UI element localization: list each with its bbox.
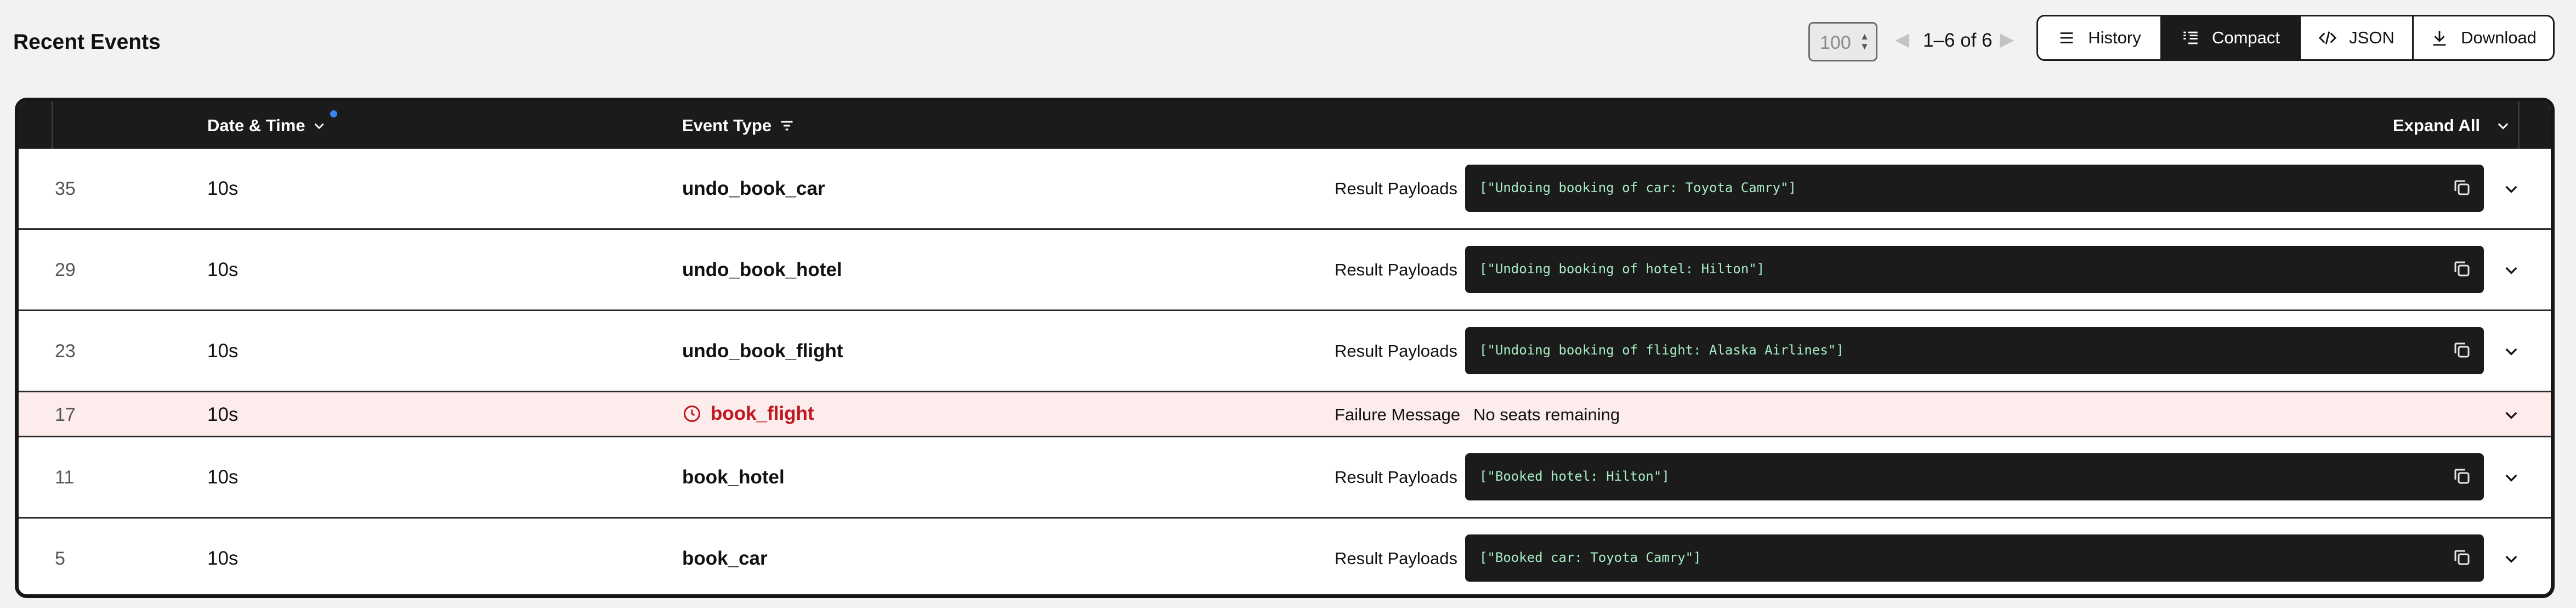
- event-type-header-label: Event Type: [682, 116, 772, 135]
- page-size-value: 100: [1820, 32, 1851, 53]
- event-time: 10s: [207, 404, 239, 425]
- event-type: undo_book_hotel: [682, 259, 842, 281]
- table-header: Date & Time Event Type Expand All: [19, 102, 2551, 149]
- event-id: 5: [55, 548, 65, 569]
- download-label: Download: [2461, 28, 2537, 47]
- next-page-icon[interactable]: ▶: [2000, 29, 2014, 50]
- event-type-label: undo_book_car: [682, 178, 825, 199]
- chevron-down-icon[interactable]: [2503, 406, 2520, 424]
- result-payloads-label: Result Payloads: [1335, 260, 1458, 279]
- spinner-arrows-icon[interactable]: ▲ ▼: [1860, 32, 1869, 52]
- history-view-button[interactable]: History: [2038, 16, 2162, 59]
- event-type: undo_book_flight: [682, 340, 843, 362]
- compact-label: Compact: [2211, 28, 2280, 47]
- header-divider: [2518, 102, 2520, 149]
- payload-text: ["Booked car: Toyota Camry"]: [1479, 550, 1701, 565]
- event-type: undo_book_car: [682, 178, 825, 200]
- download-icon: [2433, 31, 2446, 46]
- event-type: book_car: [682, 548, 768, 570]
- event-type-label: book_car: [682, 548, 768, 569]
- menu-lines-icon: [2060, 32, 2073, 43]
- payload-text: ["Undoing booking of hotel: Hilton"]: [1479, 261, 1765, 277]
- pagination-text: 1–6 of 6: [1923, 30, 1993, 51]
- payload-code-block: ["Booked car: Toyota Camry"]: [1465, 534, 2484, 582]
- code-icon: [2318, 31, 2337, 44]
- clock-icon: [684, 406, 700, 422]
- copy-icon[interactable]: [2452, 178, 2472, 198]
- payload-text: ["Undoing booking of flight: Alaska Airl…: [1479, 342, 1844, 358]
- events-table: Date & Time Event Type Expand All 35 10s…: [15, 98, 2555, 598]
- table-row[interactable]: 29 10s undo_book_hotel Result Payloads […: [19, 230, 2551, 311]
- event-type-label: undo_book_hotel: [682, 259, 842, 280]
- payload-text: ["Booked hotel: Hilton"]: [1479, 469, 1670, 484]
- copy-icon[interactable]: [2452, 548, 2472, 567]
- event-type-column-header[interactable]: Event Type: [682, 116, 795, 136]
- sort-active-indicator: [330, 110, 337, 117]
- event-time: 10s: [207, 259, 239, 280]
- page-title: Recent Events: [13, 30, 161, 54]
- event-type-label: book_hotel: [682, 466, 785, 488]
- table-row[interactable]: 11 10s book_hotel Result Payloads ["Book…: [19, 437, 2551, 519]
- table-row[interactable]: 23 10s undo_book_flight Result Payloads …: [19, 311, 2551, 392]
- copy-icon[interactable]: [2452, 259, 2472, 279]
- payload-text: ["Undoing booking of car: Toyota Camry"]: [1479, 180, 1796, 195]
- payload-code-block: ["Undoing booking of car: Toyota Camry"]: [1465, 165, 2484, 212]
- date-time-column-header[interactable]: Date & Time: [207, 110, 337, 136]
- event-type: book_flight: [682, 403, 814, 425]
- copy-icon[interactable]: [2452, 340, 2472, 360]
- result-payloads-label: Result Payloads: [1335, 549, 1458, 568]
- header-divider: [52, 102, 53, 149]
- chevron-down-icon: [2498, 123, 2509, 130]
- payload-code-block: ["Booked hotel: Hilton"]: [1465, 453, 2484, 500]
- chevron-down-icon[interactable]: [2503, 261, 2520, 279]
- payload-code-block: ["Undoing booking of flight: Alaska Airl…: [1465, 327, 2484, 374]
- download-button[interactable]: Download: [2414, 16, 2553, 59]
- sort-chevron-down-icon[interactable]: [312, 119, 326, 133]
- top-bar: Recent Events 100 ▲ ▼ ◀ 1–6 of 6 ▶ Histor…: [0, 0, 2576, 93]
- chevron-down-icon[interactable]: [2503, 342, 2520, 360]
- compact-list-icon: [2183, 31, 2198, 44]
- event-time: 10s: [207, 548, 239, 569]
- event-type-label: undo_book_flight: [682, 340, 843, 362]
- page-size-select[interactable]: 100 ▲ ▼: [1808, 22, 1877, 61]
- json-label: JSON: [2349, 28, 2395, 47]
- result-payloads-label: Result Payloads: [1335, 341, 1458, 361]
- event-id: 23: [55, 341, 76, 362]
- table-row[interactable]: 5 10s book_car Result Payloads ["Booked …: [19, 519, 2551, 594]
- event-type: book_hotel: [682, 466, 785, 488]
- chevron-down-icon[interactable]: [2503, 550, 2520, 567]
- table-row[interactable]: 35 10s undo_book_car Result Payloads ["U…: [19, 149, 2551, 230]
- failure-message-label: Failure Message: [1335, 405, 1461, 424]
- result-payloads-label: Result Payloads: [1335, 179, 1458, 198]
- expand-all-label: Expand All: [2393, 116, 2481, 135]
- event-time: 10s: [207, 340, 239, 362]
- filter-icon[interactable]: [779, 118, 795, 133]
- previous-page-icon[interactable]: ◀: [1895, 29, 1909, 50]
- chevron-down-icon[interactable]: [2503, 469, 2520, 486]
- compact-view-button[interactable]: Compact: [2162, 16, 2301, 59]
- date-time-header-label: Date & Time: [207, 116, 305, 135]
- copy-icon[interactable]: [2452, 466, 2472, 486]
- event-type-label: book_flight: [711, 403, 814, 424]
- chevron-down-icon[interactable]: [2503, 180, 2520, 198]
- result-payloads-label: Result Payloads: [1335, 468, 1458, 487]
- history-label: History: [2088, 28, 2141, 47]
- event-time: 10s: [207, 178, 239, 199]
- failure-message-text: No seats remaining: [1473, 405, 1620, 424]
- event-time: 10s: [207, 466, 239, 488]
- expand-all-button[interactable]: Expand All: [2393, 116, 2511, 136]
- json-view-button[interactable]: JSON: [2301, 16, 2414, 59]
- event-id: 29: [55, 260, 76, 280]
- view-mode-group: History Compact JSON Download: [2036, 15, 2555, 61]
- table-row-failed[interactable]: 17 10s book_flight Failure Message No se…: [19, 392, 2551, 437]
- payload-code-block: ["Undoing booking of hotel: Hilton"]: [1465, 246, 2484, 293]
- event-id: 35: [55, 178, 76, 199]
- event-id: 11: [55, 467, 75, 488]
- event-id: 17: [55, 404, 76, 425]
